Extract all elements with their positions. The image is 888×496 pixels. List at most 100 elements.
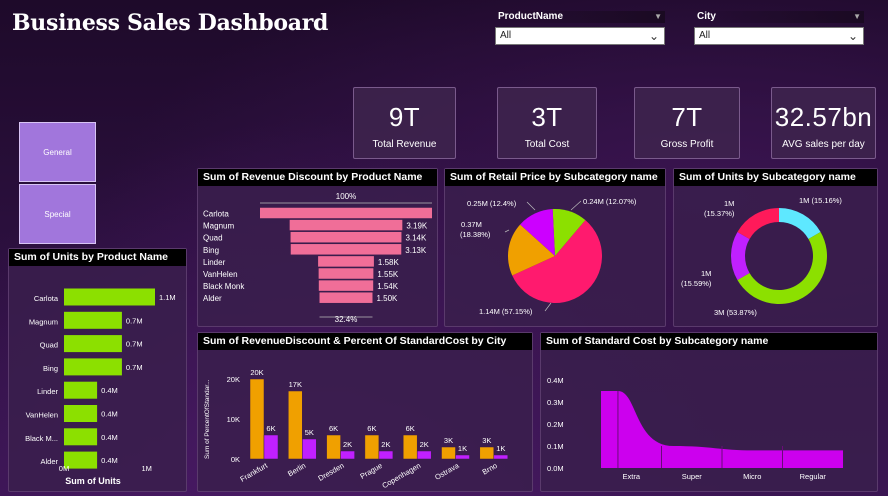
panel-title: Sum of Units by Product Name bbox=[9, 249, 186, 266]
donut-data-label: 1M bbox=[724, 199, 734, 208]
funnel-bar bbox=[318, 256, 374, 267]
bar bbox=[64, 288, 155, 306]
column-value-label: 6K bbox=[367, 424, 376, 433]
bar-category-label: VanHelen bbox=[26, 411, 58, 420]
funnel-value-label: 1.50K bbox=[376, 294, 398, 303]
column-value-label: 2K bbox=[420, 440, 429, 449]
funnel-value-label: 3.19K bbox=[406, 222, 428, 231]
funnel-category-label: Quad bbox=[203, 234, 223, 243]
column-bar bbox=[249, 378, 265, 460]
bar-value-label: 0.4M bbox=[101, 433, 118, 442]
kpi-value: 9T bbox=[388, 102, 421, 132]
bar-category-label: Carlota bbox=[34, 294, 59, 303]
product-name-slicer[interactable]: ProductName ▼ All ⌄ bbox=[495, 11, 665, 45]
y-tick-label: 0.3M bbox=[547, 398, 564, 407]
kpi-gross-profit: 7T Gross Profit bbox=[634, 87, 740, 159]
column-value-label: 1K bbox=[458, 444, 467, 453]
city-dropdown[interactable]: All ⌄ bbox=[694, 27, 864, 45]
chevron-down-icon[interactable]: ⌄ bbox=[848, 28, 858, 44]
general-button[interactable]: General bbox=[19, 122, 96, 182]
bar-category-label: Magnum bbox=[29, 317, 58, 326]
city-dropdown-value: All bbox=[699, 30, 711, 41]
retail-price-pie-panel: Sum of Retail Price by Subcategory name … bbox=[444, 168, 666, 327]
column-bar bbox=[326, 434, 341, 460]
bar-category-label: Linder bbox=[37, 387, 58, 396]
kpi-value: 7T bbox=[671, 102, 703, 132]
kpi-avg-sales-per-day: 32.57bn AVG sales per day bbox=[771, 87, 876, 159]
column-value-label: 1K bbox=[496, 444, 505, 453]
funnel-bar bbox=[318, 268, 374, 279]
special-button[interactable]: Special bbox=[19, 184, 96, 244]
bar-value-label: 0.4M bbox=[101, 410, 118, 419]
x-axis-label: Sum of Units bbox=[65, 476, 121, 486]
x-category-label: Dresden bbox=[317, 461, 346, 483]
kpi-value: 3T bbox=[531, 102, 563, 132]
bar-category-label: Bing bbox=[43, 364, 58, 373]
special-button-label: Special bbox=[44, 209, 71, 219]
funnel-category-label: Linder bbox=[203, 258, 226, 267]
kpi-total-cost: 3T Total Cost bbox=[497, 87, 597, 159]
units-by-product-chart: Carlota 1.1M Magnum 0.7M Quad 0.7M Bing 0.7M Lin… bbox=[25, 288, 176, 486]
x-category-label: Super bbox=[682, 472, 703, 481]
column-bar bbox=[402, 434, 418, 460]
column-bar bbox=[263, 434, 279, 460]
bar-value-label: 0.4M bbox=[101, 386, 118, 395]
standard-cost-area-panel: Sum of Standard Cost by Subcategory name… bbox=[540, 332, 878, 492]
pie-leader-line bbox=[570, 200, 582, 211]
column-value-label: 5K bbox=[305, 428, 314, 437]
donut-data-label: (15.59%) bbox=[681, 279, 712, 288]
column-bar bbox=[479, 446, 495, 460]
column-bar bbox=[493, 454, 509, 460]
funnel-category-label: Bing bbox=[203, 246, 219, 255]
funnel-category-label: VanHelen bbox=[203, 270, 238, 279]
bar bbox=[64, 358, 122, 376]
bar-value-label: 0.7M bbox=[126, 340, 143, 349]
donut-data-label: 1M (15.16%) bbox=[799, 196, 842, 205]
funnel-bottom-label: 32.4% bbox=[335, 315, 358, 324]
bar bbox=[64, 335, 122, 353]
chevron-down-icon[interactable]: ▼ bbox=[654, 11, 662, 23]
funnel-bar bbox=[319, 292, 373, 303]
column-value-label: 3K bbox=[482, 436, 491, 445]
y-tick-label: 10K bbox=[227, 415, 240, 424]
chevron-down-icon[interactable]: ⌄ bbox=[649, 28, 659, 44]
y-axis-label: Sum of PercentOfStandar... bbox=[204, 379, 211, 459]
kpi-label: Gross Profit bbox=[660, 139, 714, 150]
product-name-dropdown[interactable]: All ⌄ bbox=[495, 27, 665, 45]
y-tick-label: 0.0M bbox=[547, 464, 564, 473]
x-category-label: Regular bbox=[800, 472, 827, 481]
column-value-label: 2K bbox=[381, 440, 390, 449]
funnel-bar bbox=[290, 231, 402, 243]
x-category-label: Prague bbox=[358, 461, 383, 481]
kpi-label: Total Cost bbox=[524, 139, 570, 150]
funnel-category-label: Black Monk bbox=[203, 282, 245, 291]
funnel-value-label: 3.14K bbox=[405, 234, 427, 243]
column-bar bbox=[340, 450, 355, 460]
funnel-category-label: Magnum bbox=[203, 222, 234, 231]
revenue-discount-funnel-chart: 100% Carlota Magnum 3.19K Quad 3.14K Bing 3.13K… bbox=[203, 192, 432, 324]
funnel-category-label: Carlota bbox=[203, 210, 229, 219]
panel-title: Sum of Units by Subcategory name bbox=[674, 169, 877, 186]
city-slicer[interactable]: City ▼ All ⌄ bbox=[694, 11, 864, 45]
pie-data-label: 0.37M bbox=[461, 220, 482, 229]
y-tick-label: 20K bbox=[227, 375, 240, 384]
panel-title: Sum of RevenueDiscount & Percent Of Stan… bbox=[198, 333, 532, 350]
kpi-label: Total Revenue bbox=[372, 139, 437, 150]
x-category-label: Berlin bbox=[286, 461, 307, 478]
bar-category-label: Black M... bbox=[25, 434, 58, 443]
bar-value-label: 0.7M bbox=[126, 316, 143, 325]
revenue-discount-by-city-chart: 0K 10K 20K Sum of PercentOfStandar... 20K 6K F… bbox=[204, 368, 509, 490]
donut-slice bbox=[737, 232, 827, 304]
product-name-slicer-title: ProductName bbox=[498, 11, 564, 22]
kpi-label: AVG sales per day bbox=[782, 139, 865, 150]
chevron-down-icon[interactable]: ▼ bbox=[853, 11, 861, 23]
kpi-value: 32.57bn bbox=[774, 102, 873, 132]
pie-data-label: (18.38%) bbox=[460, 230, 491, 239]
funnel-bar bbox=[290, 244, 402, 255]
x-category-label: Micro bbox=[743, 472, 761, 481]
bar bbox=[64, 311, 122, 329]
donut-data-label: 1M bbox=[701, 269, 711, 278]
column-value-label: 2K bbox=[343, 440, 352, 449]
column-value-label: 17K bbox=[289, 380, 302, 389]
funnel-value-label: 3.13K bbox=[405, 246, 427, 255]
